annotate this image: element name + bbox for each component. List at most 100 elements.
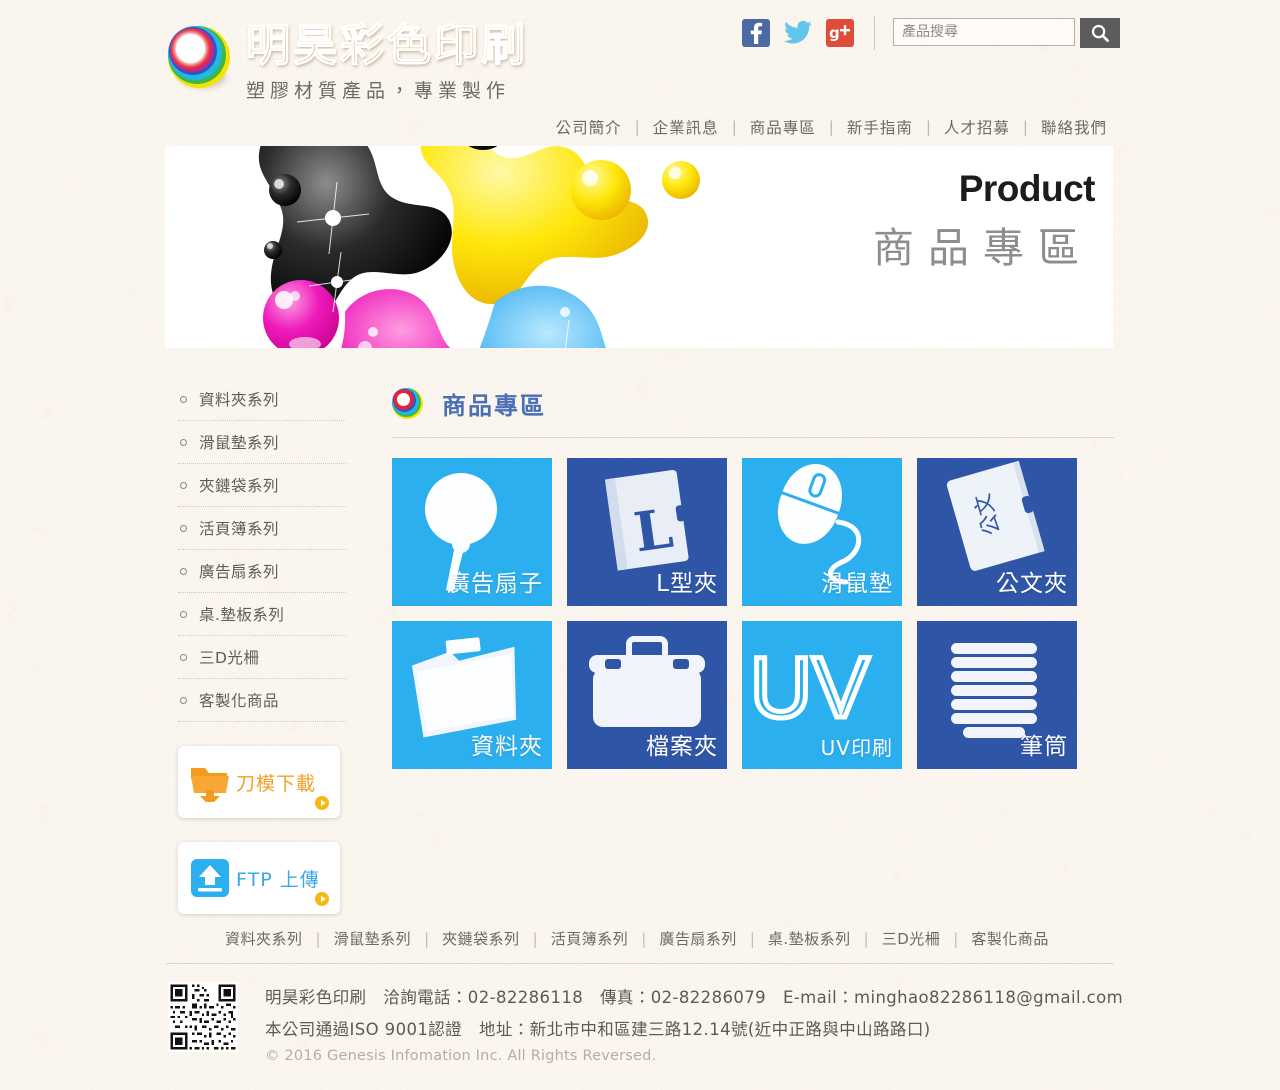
site-footer: 資料夾系列 | 滑鼠墊系列 | 夾鏈袋系列 | 活頁簿系列 | 廣告扇系列 | … <box>0 920 1280 1064</box>
product-tile-label: 滑鼠墊 <box>821 571 893 597</box>
footer-info-line-1: 明昊彩色印刷 洽詢電話：02-82286118 傳真：02-82286079 E… <box>265 988 1124 1007</box>
product-tile-hand-fan[interactable]: 廣告扇子 <box>392 458 552 606</box>
sidebar-item-1[interactable]: 滑鼠墊系列 <box>178 421 346 464</box>
bullet-icon <box>180 438 187 446</box>
nav-item-3[interactable]: 新手指南 <box>834 116 926 138</box>
sidebar-item-3[interactable]: 活頁簿系列 <box>178 507 346 550</box>
category-sidebar: 資料夾系列 滑鼠墊系列 夾鏈袋系列 活頁簿系列 廣告扇系列 桌.墊板系列 三D光… <box>178 378 346 914</box>
footer-contact: 明昊彩色印刷 洽詢電話：02-82286118 傳真：02-82286079 E… <box>265 982 1123 1064</box>
footer-nav-1[interactable]: 滑鼠墊系列 <box>321 928 425 949</box>
sidebar-item-label: 桌.墊板系列 <box>199 606 285 624</box>
product-tile-label: 公文夾 <box>996 571 1068 597</box>
search-button[interactable] <box>1080 18 1120 48</box>
sidebar-item-2[interactable]: 夾鏈袋系列 <box>178 464 346 507</box>
product-tile-mouse-pad[interactable]: 滑鼠墊 <box>742 458 902 606</box>
banner-title-en: Product <box>958 168 1096 209</box>
product-tile-document-folder[interactable]: 公文 公文夾 <box>917 458 1077 606</box>
sidebar-item-label: 廣告扇系列 <box>199 563 280 581</box>
site-logo[interactable]: 明昊彩色印刷 塑膠材質產品，專業製作 <box>168 20 528 103</box>
nav-item-5[interactable]: 聯絡我們 <box>1028 116 1120 138</box>
header-tools: g <box>742 16 1120 50</box>
brand-subtitle: 塑膠材質產品，專業製作 <box>246 79 511 102</box>
sidebar-item-6[interactable]: 三D光柵 <box>178 636 346 679</box>
footer-navigation: 資料夾系列 | 滑鼠墊系列 | 夾鏈袋系列 | 活頁簿系列 | 廣告扇系列 | … <box>166 920 1114 964</box>
search-input[interactable] <box>893 18 1075 46</box>
product-tile-pen-holder[interactable]: 筆筒 <box>917 621 1077 769</box>
nav-item-4[interactable]: 人才招募 <box>931 116 1023 138</box>
footer-nav-0[interactable]: 資料夾系列 <box>212 928 316 949</box>
category-list: 資料夾系列 滑鼠墊系列 夾鏈袋系列 活頁簿系列 廣告扇系列 桌.墊板系列 三D光… <box>178 378 346 722</box>
arrow-right-icon <box>315 892 329 906</box>
cmyk-ink-blobs-art <box>258 146 700 348</box>
ftp-upload-button[interactable]: FTP 上傳 <box>178 842 340 914</box>
product-tile-label: L型夾 <box>656 571 718 597</box>
product-tile-label: 資料夾 <box>471 734 543 760</box>
sidebar-item-0[interactable]: 資料夾系列 <box>178 378 346 421</box>
bullet-icon <box>180 610 187 618</box>
footer-info: 明昊彩色印刷 洽詢電話：02-82286118 傳真：02-82286079 E… <box>168 982 1280 1064</box>
brand-title: 明昊彩色印刷 <box>245 20 528 71</box>
sidebar-item-label: 滑鼠墊系列 <box>199 434 280 452</box>
product-grid: 廣告扇子 L L型夾 滑鼠墊 公文 公文夾 資料夾 檔案夾 UV UV印刷 筆筒 <box>392 458 1114 769</box>
svg-text:UV: UV <box>750 640 869 736</box>
svg-text:g: g <box>829 24 840 42</box>
sidebar-item-5[interactable]: 桌.墊板系列 <box>178 593 346 636</box>
sidebar-item-7[interactable]: 客製化商品 <box>178 679 346 722</box>
banner-title-zh: 商品專區 <box>873 224 1093 272</box>
sidebar-item-label: 活頁簿系列 <box>199 520 280 538</box>
site-header: 明昊彩色印刷 塑膠材質產品，專業製作 g 產品搜尋 公司簡介 | 企業訊息 | … <box>0 0 1280 146</box>
folder-download-icon <box>188 760 232 804</box>
bullet-icon <box>180 567 187 575</box>
social-links: g <box>742 19 854 47</box>
nav-item-0[interactable]: 公司簡介 <box>543 116 635 138</box>
nav-item-2[interactable]: 商品專區 <box>737 116 829 138</box>
product-tile-label: 筆筒 <box>1020 734 1068 760</box>
sidebar-item-label: 夾鏈袋系列 <box>199 477 280 495</box>
bullet-icon <box>180 696 187 704</box>
sidebar-item-4[interactable]: 廣告扇系列 <box>178 550 346 593</box>
product-tile-briefcase[interactable]: 檔案夾 <box>567 621 727 769</box>
die-cut-download-button[interactable]: 刀模下載 <box>178 746 340 818</box>
product-tile-label: 檔案夾 <box>646 734 718 760</box>
footer-info-line-2: 本公司通過ISO 9001認證 地址：新北市中和區建三路12.14號(近中正路與… <box>265 1020 931 1039</box>
facebook-icon[interactable] <box>742 19 770 47</box>
main-navigation: 公司簡介 | 企業訊息 | 商品專區 | 新手指南 | 人才招募 | 聯絡我們 <box>543 116 1120 138</box>
twitter-icon[interactable] <box>784 19 812 47</box>
bullet-icon <box>180 395 187 403</box>
ftp-upload-icon <box>188 856 232 900</box>
footer-nav-2[interactable]: 夾鏈袋系列 <box>429 928 533 949</box>
sidebar-item-label: 資料夾系列 <box>199 391 280 409</box>
product-main: 商品專區 廣告扇子 L L型夾 滑鼠墊 公文 公文夾 資料夾 檔案夾 UV UV… <box>392 386 1114 769</box>
product-tile-uv-printing[interactable]: UV UV印刷 <box>742 621 902 769</box>
banner-caption: Product 商品專區 <box>873 168 1096 274</box>
page-title: 商品專區 <box>442 392 546 420</box>
footer-nav-4[interactable]: 廣告扇系列 <box>646 928 750 949</box>
sidebar-item-label: 三D光柵 <box>199 649 260 667</box>
nav-item-1[interactable]: 企業訊息 <box>640 116 732 138</box>
footer-nav-3[interactable]: 活頁簿系列 <box>538 928 642 949</box>
sidebar-item-label: 客製化商品 <box>199 692 280 710</box>
bullet-icon <box>180 481 187 489</box>
qr-code-icon <box>168 982 238 1052</box>
search-box <box>893 18 1120 48</box>
arrow-right-icon <box>315 796 329 810</box>
product-tile-l-folder[interactable]: L L型夾 <box>567 458 727 606</box>
product-tile-file-folder[interactable]: 資料夾 <box>392 621 552 769</box>
search-icon <box>1091 24 1109 42</box>
google-plus-icon[interactable]: g <box>826 19 854 47</box>
copyright-text: © 2016 Genesis Infomation Inc. All Right… <box>265 1048 657 1064</box>
page-root: 明昊彩色印刷 塑膠材質產品，專業製作 g 產品搜尋 公司簡介 | 企業訊息 | … <box>0 0 1280 1090</box>
ftp-upload-label: FTP 上傳 <box>236 868 320 891</box>
product-tile-label: UV印刷 <box>820 736 893 760</box>
product-tile-label: 廣告扇子 <box>447 571 543 597</box>
rainbow-circle-logo-icon <box>392 388 423 419</box>
rainbow-circle-logo-icon <box>168 26 230 88</box>
page-banner: Product 商品專區 <box>165 146 1113 348</box>
bullet-icon <box>180 524 187 532</box>
tools-divider <box>874 16 875 50</box>
footer-nav-7[interactable]: 客製化商品 <box>958 928 1062 949</box>
footer-nav-5[interactable]: 桌.墊板系列 <box>755 928 864 949</box>
footer-nav-6[interactable]: 三D光柵 <box>869 928 954 949</box>
section-header: 商品專區 <box>392 386 1114 438</box>
die-cut-download-label: 刀模下載 <box>236 772 317 795</box>
